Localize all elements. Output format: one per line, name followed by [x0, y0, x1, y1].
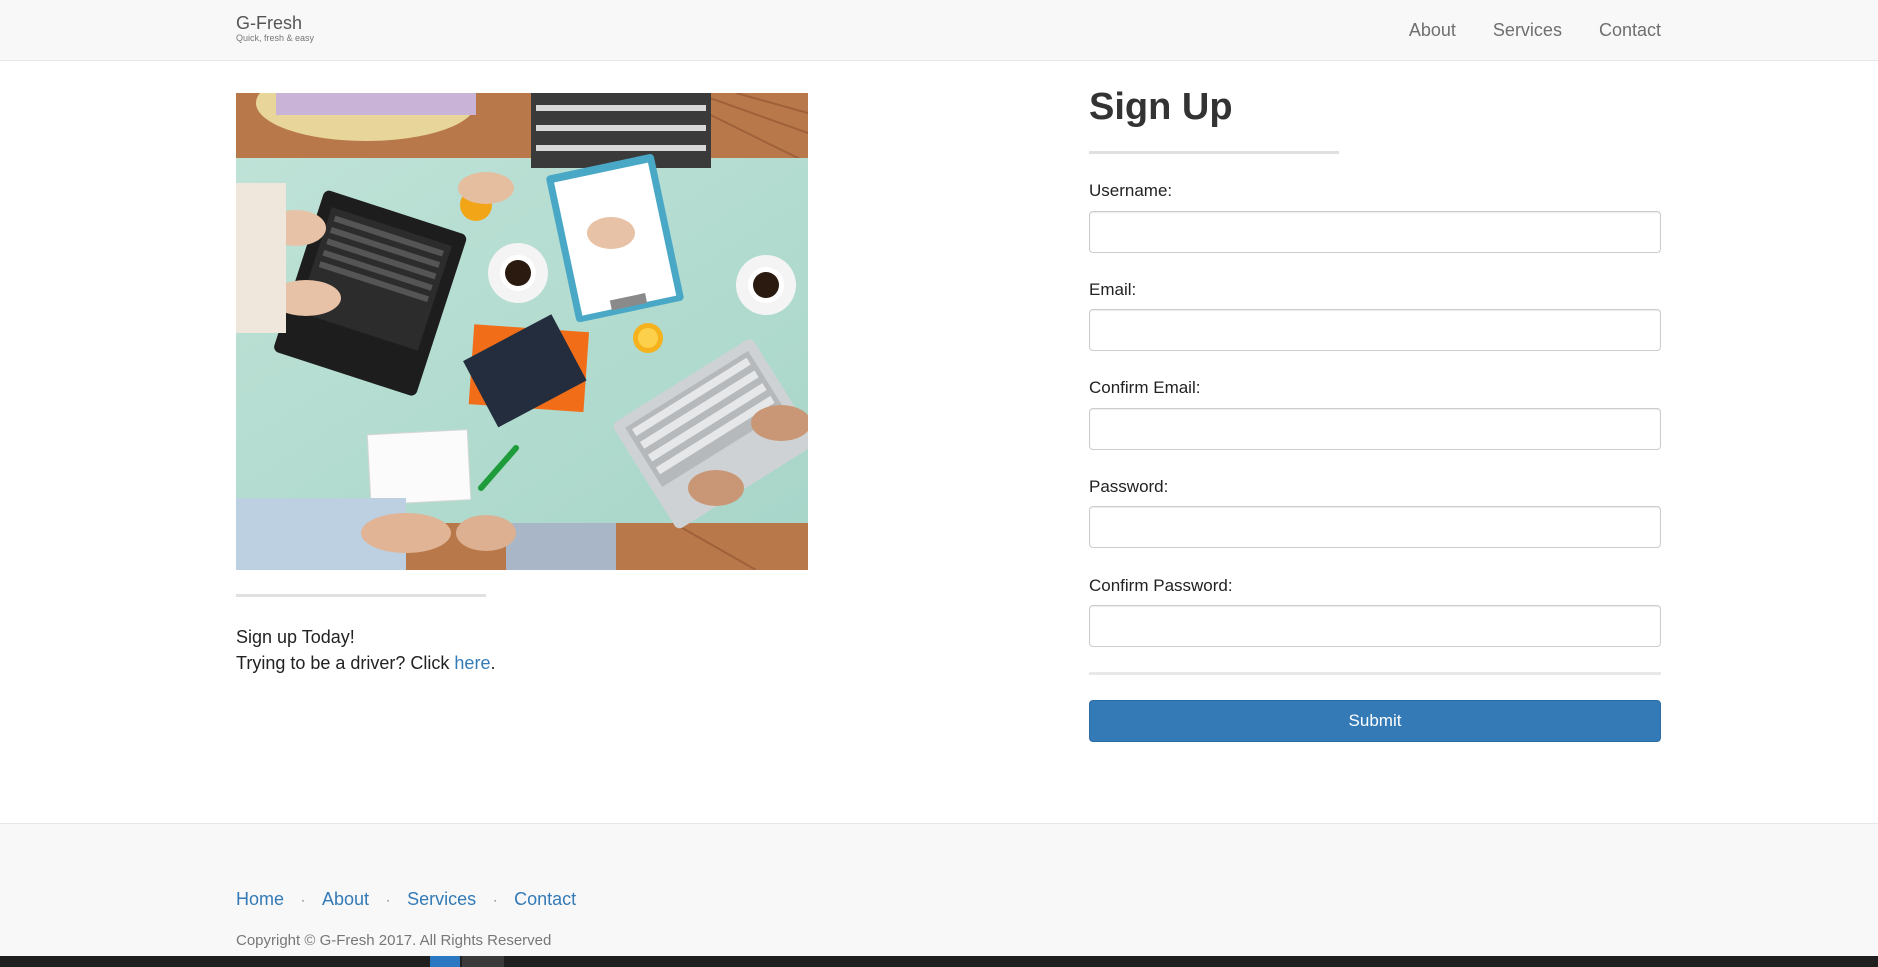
footer-separator: · [493, 892, 498, 907]
footer-link-services[interactable]: Services [407, 889, 476, 910]
confirm-password-input[interactable] [1089, 605, 1661, 647]
footer: Home · About · Services · Contact Copyri… [0, 823, 1878, 956]
confirm-password-label: Confirm Password: [1089, 576, 1233, 595]
nav-link-contact[interactable]: Contact [1599, 20, 1661, 41]
nav-links: About Services Contact [1372, 0, 1661, 60]
promo-driver-prefix: Trying to be a driver? Click [236, 653, 455, 673]
footer-separator: · [386, 892, 391, 907]
confirm-email-label: Confirm Email: [1089, 378, 1201, 397]
nav-link-about[interactable]: About [1409, 20, 1456, 41]
taskbar-app-icon[interactable] [462, 956, 504, 967]
email-input[interactable] [1089, 309, 1661, 351]
promo-driver-suffix: . [490, 653, 496, 673]
footer-link-home[interactable]: Home [236, 889, 284, 910]
password-label: Password: [1089, 477, 1169, 496]
form-divider [1089, 672, 1661, 675]
promo-text: Sign up Today! Trying to be a driver? Cl… [236, 624, 495, 676]
brand-logo-link[interactable]: G-Fresh Quick, fresh & easy [236, 13, 314, 43]
brand-name: G-Fresh [236, 13, 303, 33]
hero-image [236, 93, 808, 570]
left-divider [236, 594, 486, 597]
driver-signup-link[interactable]: here [454, 653, 490, 673]
footer-links: Home · About · Services · Contact [236, 889, 576, 910]
taskbar-app-icon[interactable] [430, 956, 460, 967]
page-title: Sign Up [1089, 86, 1233, 128]
top-navbar: G-Fresh Quick, fresh & easy About Servic… [0, 0, 1878, 61]
username-input[interactable] [1089, 211, 1661, 253]
footer-link-contact[interactable]: Contact [514, 889, 576, 910]
username-label: Username: [1089, 181, 1173, 200]
title-divider [1089, 151, 1339, 154]
submit-button[interactable]: Submit [1089, 700, 1661, 742]
footer-link-about[interactable]: About [322, 889, 369, 910]
promo-line-signup: Sign up Today! [236, 627, 355, 647]
os-taskbar [0, 956, 1878, 967]
nav-link-services[interactable]: Services [1493, 20, 1562, 41]
promo-line-driver: Trying to be a driver? Click here. [236, 650, 495, 676]
confirm-email-input[interactable] [1089, 408, 1661, 450]
brand-tagline: Quick, fresh & easy [236, 33, 315, 43]
password-input[interactable] [1089, 506, 1661, 548]
copyright-text: Copyright © G-Fresh 2017. All Rights Res… [236, 932, 552, 949]
email-label: Email: [1089, 280, 1137, 299]
footer-separator: · [301, 892, 306, 907]
